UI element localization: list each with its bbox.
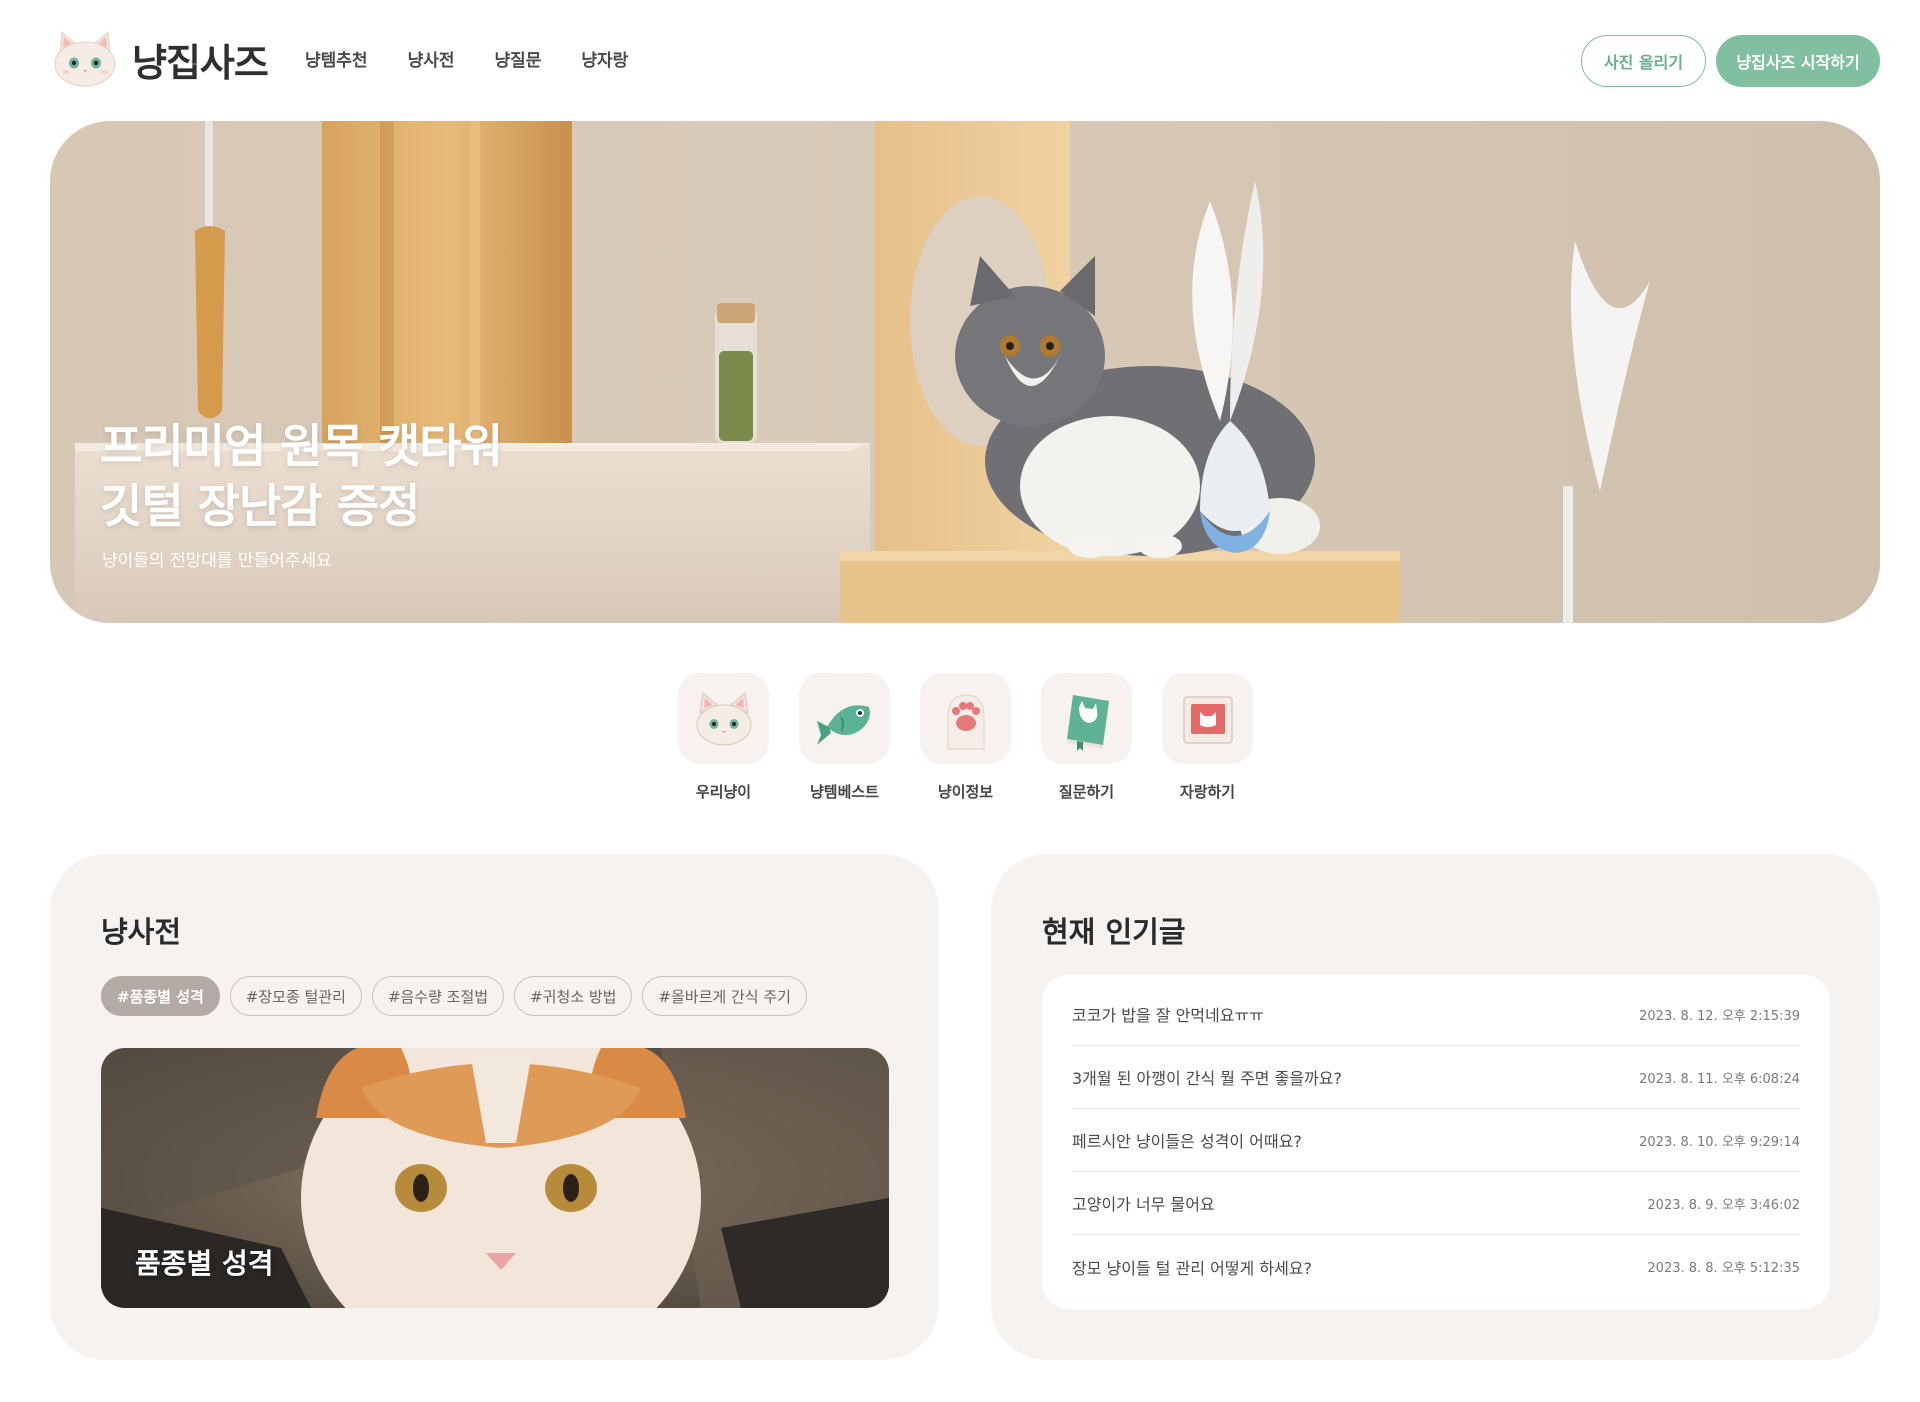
hero-title-line-2: 깃털 장난감 증정 [100, 479, 420, 533]
site-header: 냥집사즈 냥템추천 냥사전 냥질문 냥자랑 사진 올리기 냥집사즈 시작하기 [0, 0, 1920, 120]
photo-frame-icon [1182, 695, 1233, 744]
quick-menu-label: 자랑하기 [1179, 783, 1236, 801]
tag-long-hair-care[interactable]: #장모종 털관리 [229, 976, 362, 1016]
post-row[interactable]: 고양이가 너무 물어요 2023. 8. 9. 오후 3:46:02 [1072, 1172, 1800, 1235]
post-title: 3개월 된 아깽이 간식 뭘 주면 좋을까요? [1072, 1069, 1342, 1088]
post-row[interactable]: 3개월 된 아깽이 간식 뭘 주면 좋을까요? 2023. 8. 11. 오후 … [1072, 1046, 1800, 1109]
nav-item-recommend[interactable]: 냥템추천 [305, 46, 368, 71]
popular-post-list: 코코가 밥을 잘 안먹네요ㅠㅠ 2023. 8. 12. 오후 2:15:39 … [1042, 975, 1830, 1309]
popular-title: 현재 인기글 [1042, 915, 1186, 949]
quick-menu: 우리냥이 냥템베스트 냥이정보 질문하기 자랑하기 [678, 673, 1253, 802]
start-button[interactable]: 냥집사즈 시작하기 [1716, 35, 1880, 87]
hero-banner[interactable]: 프리미엄 원목 캣타워 깃털 장난감 증정 냥이들의 전망대를 만들어주세요 [50, 121, 1880, 623]
hero-subtitle: 냥이들의 전망대를 만들어주세요 [102, 551, 332, 571]
quick-menu-label: 냥템베스트 [809, 783, 879, 801]
nav-item-dictionary[interactable]: 냥사전 [408, 46, 455, 71]
nav-item-question[interactable]: 냥질문 [494, 46, 541, 71]
post-row[interactable]: 코코가 밥을 잘 안먹네요ㅠㅠ 2023. 8. 12. 오후 2:15:39 [1072, 983, 1800, 1046]
quick-menu-showoff[interactable]: 자랑하기 [1162, 673, 1253, 802]
tag-ear-cleaning[interactable]: #귀청소 방법 [514, 976, 633, 1016]
post-row[interactable]: 페르시안 냥이들은 성격이 어때요? 2023. 8. 10. 오후 9:29:… [1072, 1109, 1800, 1172]
fish-icon [816, 704, 870, 745]
tag-water-intake[interactable]: #음수량 조절법 [371, 976, 505, 1016]
hero-title: 프리미엄 원목 캣타워 깃털 장난감 증정 [100, 416, 503, 536]
post-title: 고양이가 너무 물어요 [1072, 1195, 1215, 1214]
quick-menu-ask[interactable]: 질문하기 [1041, 673, 1132, 802]
quick-menu-label: 질문하기 [1058, 783, 1115, 801]
quick-menu-label: 냥이정보 [937, 783, 994, 801]
post-date: 2023. 8. 8. 오후 5:12:35 [1647, 1261, 1800, 1276]
quick-menu-best-items[interactable]: 냥템베스트 [799, 673, 890, 802]
post-date: 2023. 8. 10. 오후 9:29:14 [1639, 1134, 1800, 1150]
post-title: 페르시안 냥이들은 성격이 어때요? [1072, 1132, 1302, 1151]
post-title: 장모 냥이들 털 관리 어떻게 하세요? [1072, 1258, 1313, 1278]
dictionary-tags: #품종별 성격 #장모종 털관리 #음수량 조절법 #귀청소 방법 #올바르게 … [101, 976, 807, 1016]
quick-menu-tile [1041, 673, 1132, 764]
quick-menu-label: 우리냥이 [695, 783, 752, 801]
post-row[interactable]: 장모 냥이들 털 관리 어떻게 하세요? 2023. 8. 8. 오후 5:12… [1072, 1235, 1800, 1298]
paw-icon [947, 693, 984, 749]
hero-title-line-1: 프리미엄 원목 캣타워 [100, 419, 503, 473]
quick-menu-tile [799, 673, 890, 764]
tag-snack-feeding[interactable]: #올바르게 간식 주기 [642, 976, 807, 1016]
quick-menu-my-cat[interactable]: 우리냥이 [678, 673, 769, 802]
main-nav: 냥템추천 냥사전 냥질문 냥자랑 [305, 46, 628, 71]
popular-posts-card: 현재 인기글 코코가 밥을 잘 안먹네요ㅠㅠ 2023. 8. 12. 오후 2… [991, 854, 1880, 1360]
dictionary-feature-card[interactable]: 품종별 성격 [101, 1048, 889, 1308]
logo[interactable]: 냥집사즈 [52, 30, 269, 88]
dictionary-card: 냥사전 #품종별 성격 #장모종 털관리 #음수량 조절법 #귀청소 방법 #올… [50, 854, 939, 1360]
dictionary-title: 냥사전 [101, 915, 182, 949]
logo-text: 냥집사즈 [132, 40, 269, 85]
tag-breed-personality[interactable]: #품종별 성격 [101, 976, 220, 1016]
post-date: 2023. 8. 11. 오후 6:08:24 [1639, 1071, 1800, 1087]
cat-face-icon [696, 691, 751, 745]
cat-logo-icon [54, 30, 116, 87]
book-icon [1066, 694, 1109, 751]
feature-label: 품종별 성격 [135, 1247, 274, 1280]
nav-item-showoff[interactable]: 냥자랑 [581, 46, 628, 71]
post-date: 2023. 8. 9. 오후 3:46:02 [1647, 1197, 1800, 1213]
quick-menu-tile [920, 673, 1011, 764]
quick-menu-tile [1162, 673, 1253, 764]
quick-menu-tile [678, 673, 769, 764]
upload-photo-button[interactable]: 사진 올리기 [1581, 35, 1706, 87]
post-date: 2023. 8. 12. 오후 2:15:39 [1639, 1008, 1800, 1024]
post-title: 코코가 밥을 잘 안먹네요ㅠㅠ [1072, 1006, 1264, 1025]
quick-menu-cat-info[interactable]: 냥이정보 [920, 673, 1011, 802]
